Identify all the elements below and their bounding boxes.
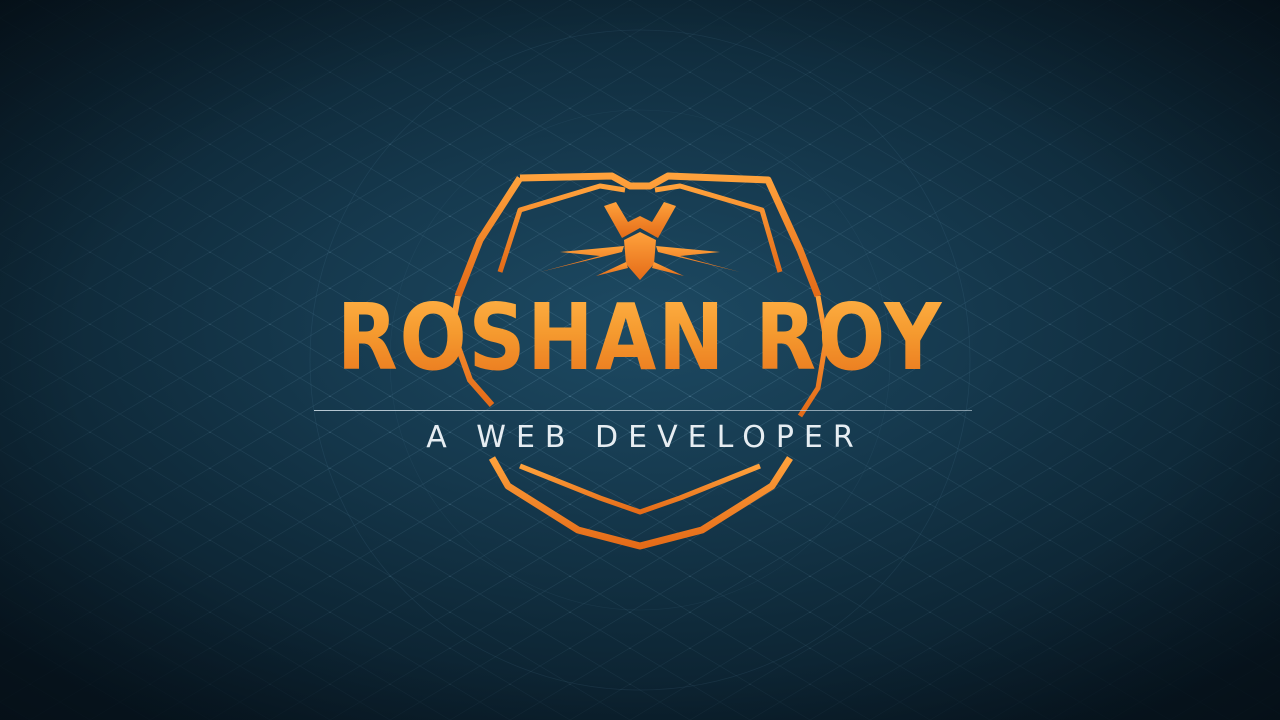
logo-name: ROSHAN ROY bbox=[90, 288, 1191, 388]
logo-tagline: A WEB DEVELOPER bbox=[426, 420, 864, 455]
title-card: ROSHAN ROY A WEB DEVELOPER bbox=[0, 0, 1280, 720]
divider-line bbox=[314, 410, 972, 411]
spider-icon bbox=[540, 202, 740, 280]
